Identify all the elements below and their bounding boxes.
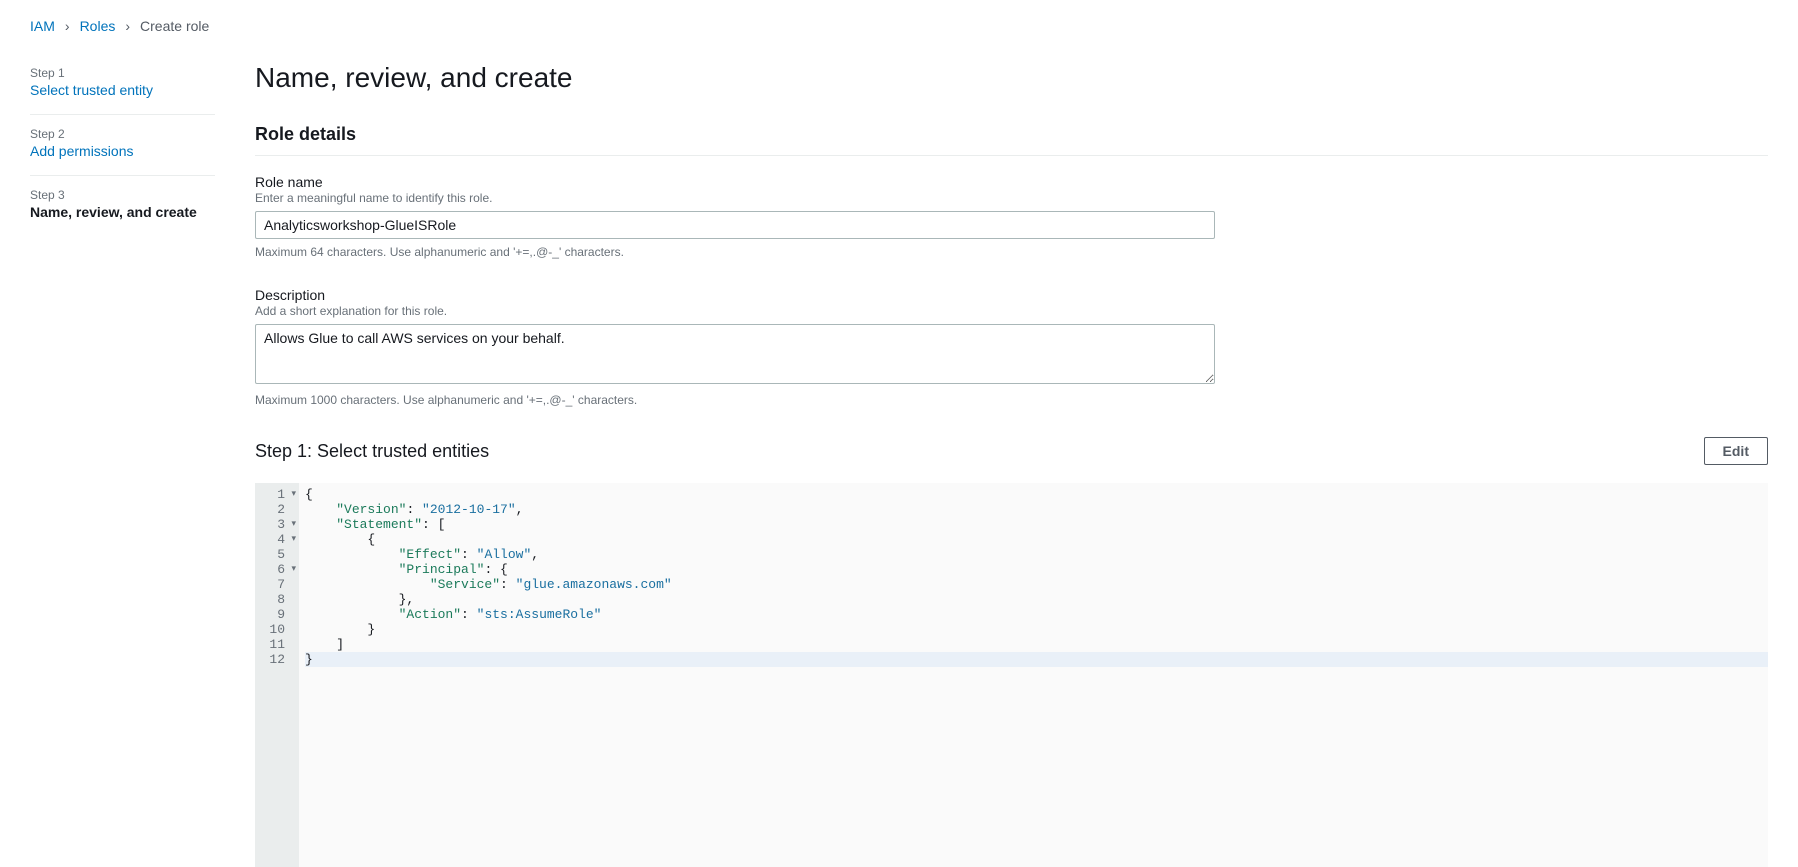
step-number: Step 1	[30, 66, 215, 80]
chevron-right-icon: ›	[65, 18, 70, 34]
breadcrumb-roles[interactable]: Roles	[80, 18, 116, 34]
chevron-right-icon: ›	[125, 18, 130, 34]
breadcrumb-iam[interactable]: IAM	[30, 18, 55, 34]
role-name-hint: Maximum 64 characters. Use alphanumeric …	[255, 245, 1215, 259]
page-title: Name, review, and create	[255, 62, 1768, 94]
description-hint: Maximum 1000 characters. Use alphanumeri…	[255, 393, 1215, 407]
step-number: Step 2	[30, 127, 215, 141]
role-name-input[interactable]	[255, 211, 1215, 239]
code-gutter: 123456789101112	[255, 483, 299, 867]
wizard-steps-sidebar: Step 1 Select trusted entity Step 2 Add …	[30, 54, 215, 867]
trusted-entities-heading: Step 1: Select trusted entities	[255, 441, 489, 462]
edit-button[interactable]: Edit	[1704, 437, 1768, 465]
code-content[interactable]: { "Version": "2012-10-17", "Statement": …	[299, 483, 1768, 867]
breadcrumb-current: Create role	[140, 18, 209, 34]
policy-code-viewer: 123456789101112 { "Version": "2012-10-17…	[255, 483, 1768, 867]
step-number: Step 3	[30, 188, 215, 202]
role-details-heading: Role details	[255, 124, 1768, 156]
role-name-help: Enter a meaningful name to identify this…	[255, 191, 1215, 205]
role-name-label: Role name	[255, 174, 1215, 190]
breadcrumb: IAM › Roles › Create role	[0, 10, 1798, 54]
description-textarea[interactable]	[255, 324, 1215, 384]
step-select-trusted-entity[interactable]: Select trusted entity	[30, 82, 215, 98]
step-add-permissions[interactable]: Add permissions	[30, 143, 215, 159]
description-label: Description	[255, 287, 1215, 303]
step-name-review-create: Name, review, and create	[30, 204, 215, 220]
description-help: Add a short explanation for this role.	[255, 304, 1215, 318]
